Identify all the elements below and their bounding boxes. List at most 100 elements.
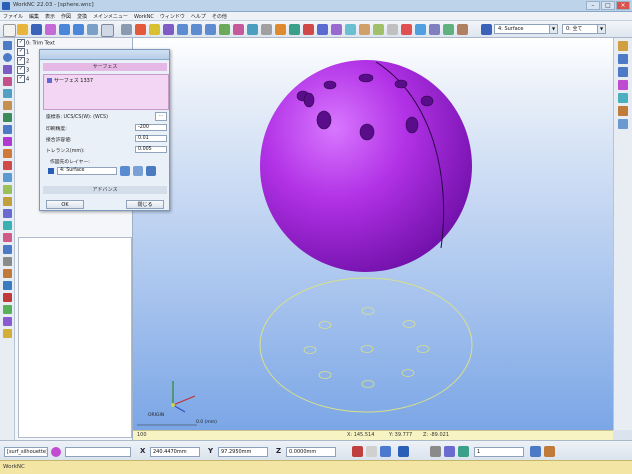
z-coordinate-input[interactable]: 0.0000mm xyxy=(286,447,336,457)
info-icon[interactable] xyxy=(415,24,426,35)
light-icon[interactable] xyxy=(149,24,160,35)
select-icon[interactable] xyxy=(121,24,132,35)
layer-new-icon[interactable] xyxy=(133,166,143,176)
polyline-icon[interactable] xyxy=(3,89,12,98)
row2-input[interactable]: 0.01 xyxy=(135,135,167,142)
shade-icon[interactable] xyxy=(233,24,244,35)
surface-list[interactable]: サーフェス 1337 xyxy=(43,74,169,110)
pan-icon[interactable] xyxy=(345,24,356,35)
view-iso-icon[interactable] xyxy=(618,119,628,129)
circle-icon[interactable] xyxy=(3,53,12,62)
pick-window-icon[interactable] xyxy=(444,446,455,457)
line-icon[interactable] xyxy=(3,41,12,50)
tool-icon[interactable] xyxy=(457,24,468,35)
revolve-icon[interactable] xyxy=(3,185,12,194)
pick-chain-icon[interactable] xyxy=(458,446,469,457)
extrude-icon[interactable] xyxy=(3,173,12,182)
menu-item-edit[interactable]: 編集 xyxy=(26,12,42,20)
fit-icon[interactable] xyxy=(359,24,370,35)
info-icon[interactable] xyxy=(398,446,409,457)
function-field[interactable]: [surf_silhouette] xyxy=(4,447,48,457)
sphere-icon[interactable] xyxy=(3,137,12,146)
view-side-icon[interactable] xyxy=(205,24,216,35)
zoom-icon[interactable] xyxy=(219,24,230,35)
point-icon[interactable] xyxy=(3,101,12,110)
menu-item-window[interactable]: ウィンドウ xyxy=(157,12,188,20)
layer-row[interactable]: ✓ 2 xyxy=(17,57,29,65)
snap-end-icon[interactable] xyxy=(380,446,391,457)
snap-icon[interactable] xyxy=(352,446,363,457)
checkbox[interactable]: ✓ xyxy=(17,66,25,74)
y-coordinate-input[interactable]: 97.2950mm xyxy=(218,447,268,457)
next-icon[interactable] xyxy=(530,446,541,457)
filter-icon[interactable] xyxy=(429,24,440,35)
menu-item-file[interactable]: ファイル xyxy=(0,12,26,20)
checkbox[interactable]: ✓ xyxy=(17,39,25,47)
menu-item-draw[interactable]: 作図 xyxy=(58,12,74,20)
save-icon[interactable] xyxy=(31,24,42,35)
rotate-icon[interactable] xyxy=(331,24,342,35)
move-icon[interactable] xyxy=(3,281,12,290)
wire-icon[interactable] xyxy=(247,24,258,35)
hide-icon[interactable] xyxy=(261,24,272,35)
view-top-icon[interactable] xyxy=(177,24,188,35)
settings-icon[interactable] xyxy=(387,24,398,35)
view-cube-icon[interactable] xyxy=(618,41,628,51)
sphere-mode-icon[interactable] xyxy=(51,447,61,457)
ok-button[interactable]: OK xyxy=(46,200,84,209)
grid-icon[interactable] xyxy=(87,24,98,35)
layer-row[interactable]: ✓ 3 xyxy=(17,66,29,74)
row1-input[interactable]: -200 xyxy=(135,124,167,131)
delete-icon[interactable] xyxy=(3,293,12,302)
layer-select[interactable]: 4: Surface xyxy=(57,167,117,175)
stop-icon[interactable] xyxy=(401,24,412,35)
snap-grid-icon[interactable] xyxy=(366,446,377,457)
measure-icon[interactable] xyxy=(275,24,286,35)
loft-icon[interactable] xyxy=(3,197,12,206)
plane-icon[interactable] xyxy=(3,113,12,122)
menu-item-view[interactable]: 表示 xyxy=(42,12,58,20)
x-coordinate-input[interactable]: 240.4470mm xyxy=(150,447,200,457)
3d-viewport[interactable]: ORIGIN 0.0 (mm) xyxy=(133,38,613,430)
color-icon[interactable] xyxy=(303,24,314,35)
view-front-icon[interactable] xyxy=(618,80,628,90)
checkbox[interactable]: ✓ xyxy=(17,57,25,65)
layer-row[interactable]: ✓ 4 xyxy=(17,75,29,83)
pick-icon[interactable] xyxy=(430,446,441,457)
view-left-icon[interactable] xyxy=(618,106,628,116)
row3-input[interactable]: 0.005 xyxy=(135,146,167,153)
cone-icon[interactable] xyxy=(3,161,12,170)
undo-icon[interactable] xyxy=(59,24,70,35)
minimize-button[interactable]: – xyxy=(586,1,600,10)
new-file-icon[interactable] xyxy=(3,24,16,37)
cylinder-icon[interactable] xyxy=(3,149,12,158)
advanced-section-header[interactable]: アドバンス xyxy=(43,186,167,194)
entity-list[interactable] xyxy=(18,237,132,438)
parameter-field[interactable] xyxy=(65,447,131,457)
copy-icon[interactable] xyxy=(3,305,12,314)
layer-combo[interactable]: 4: Surface ▼ xyxy=(494,24,558,34)
color-combo[interactable]: 0: 全て ▼ xyxy=(562,24,606,34)
layer-row[interactable]: ✓ 0: Trim Text xyxy=(17,39,55,47)
menu-item-worknc[interactable]: WorkNC xyxy=(131,13,157,20)
menu-item-main[interactable]: メインメニュー xyxy=(90,12,131,20)
box-icon[interactable] xyxy=(3,125,12,134)
purple-sphere[interactable] xyxy=(260,60,472,272)
list-item[interactable]: サーフェス 1337 xyxy=(47,77,93,84)
refresh-icon[interactable] xyxy=(373,24,384,35)
close-window-button[interactable]: × xyxy=(616,1,630,10)
apply-icon[interactable] xyxy=(544,446,555,457)
menu-item-transform[interactable]: 変換 xyxy=(74,12,90,20)
menu-item-other[interactable]: その他 xyxy=(209,12,230,20)
print-icon[interactable] xyxy=(45,24,56,35)
arc-icon[interactable] xyxy=(3,65,12,74)
checkbox[interactable]: ✓ xyxy=(17,48,25,56)
fillet-icon[interactable] xyxy=(3,221,12,230)
count-field[interactable]: 1 xyxy=(474,447,524,457)
redo-icon[interactable] xyxy=(73,24,84,35)
measure-distance-icon[interactable] xyxy=(3,329,12,338)
mirror-icon[interactable] xyxy=(3,257,12,266)
view-right-icon[interactable] xyxy=(618,93,628,103)
browse-button[interactable]: … xyxy=(155,112,167,121)
spline-icon[interactable] xyxy=(3,77,12,86)
